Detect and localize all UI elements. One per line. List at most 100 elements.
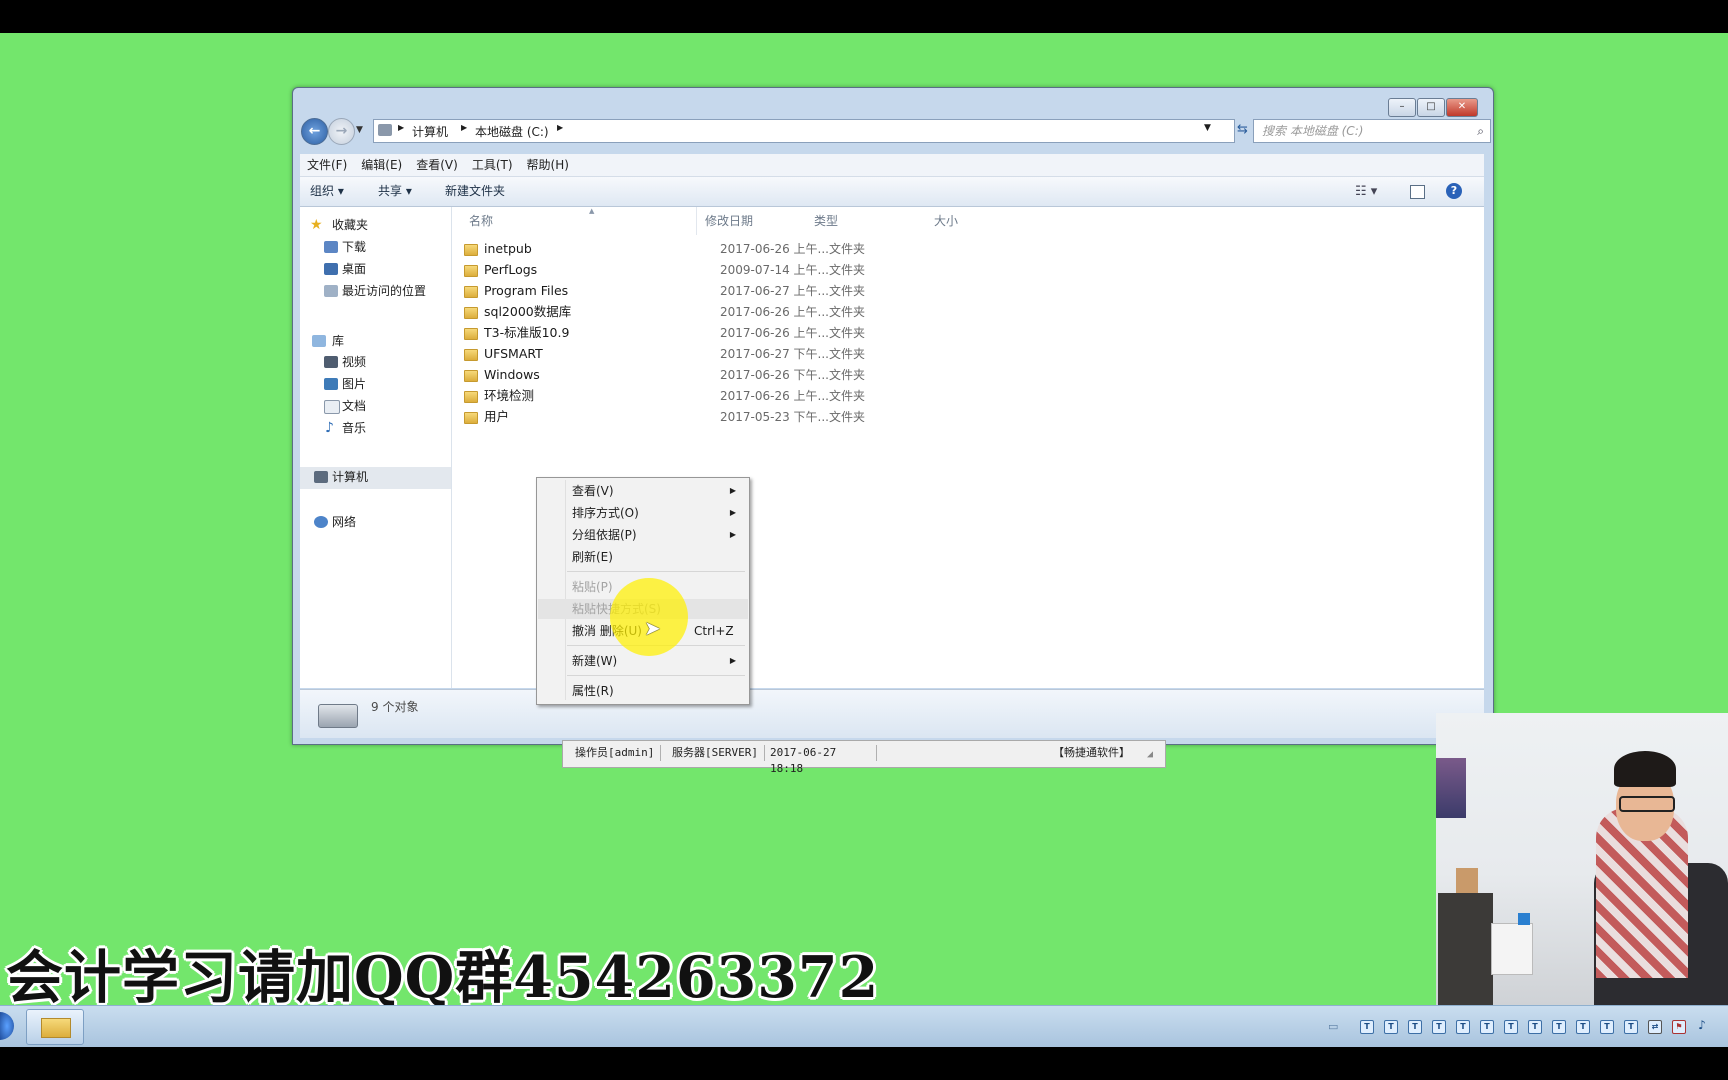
- breadcrumb-local-disk[interactable]: 本地磁盘 (C:): [475, 123, 549, 140]
- file-row[interactable]: T3-标准版10.9 2017-06-26 上午... 文件夹: [464, 323, 884, 343]
- cabinet: [1438, 893, 1493, 1005]
- details-pane: 9 个对象: [300, 689, 1484, 738]
- tray-app-icon[interactable]: T: [1432, 1020, 1446, 1034]
- datetime-status: 2017-06-27 18:18: [764, 745, 877, 775]
- desktop-icon: [324, 263, 338, 275]
- file-date: 2017-06-26 上午...: [720, 326, 829, 340]
- menu-view[interactable]: 查看(V): [409, 154, 465, 176]
- operator-status: 操作员[admin]: [569, 745, 662, 761]
- column-type[interactable]: 类型: [814, 211, 838, 231]
- column-size[interactable]: 大小: [934, 211, 958, 231]
- file-date: 2017-06-26 上午...: [720, 389, 829, 403]
- column-divider[interactable]: [696, 207, 697, 235]
- nav-pictures[interactable]: 图片: [300, 374, 451, 394]
- brand-status: 【畅捷通软件】: [1053, 746, 1130, 759]
- tray-app-icon[interactable]: T: [1456, 1020, 1470, 1034]
- preview-pane-icon[interactable]: [1410, 177, 1425, 206]
- resize-grip-icon[interactable]: ◢: [1147, 749, 1153, 760]
- file-row[interactable]: UFSMART 2017-06-27 下午... 文件夹: [464, 344, 884, 364]
- close-button[interactable]: ✕: [1446, 98, 1478, 117]
- file-row[interactable]: PerfLogs 2009-07-14 上午... 文件夹: [464, 260, 884, 280]
- file-row[interactable]: Program Files 2017-06-27 上午... 文件夹: [464, 281, 884, 301]
- tray-app-icon[interactable]: T: [1528, 1020, 1542, 1034]
- server-status: 服务器[SERVER]: [666, 745, 765, 761]
- tray-app-icon[interactable]: T: [1576, 1020, 1590, 1034]
- tray-app-icon[interactable]: T: [1504, 1020, 1518, 1034]
- taskbar-explorer-button[interactable]: [26, 1009, 84, 1045]
- nav-label: 桌面: [342, 262, 367, 276]
- help-icon[interactable]: ?: [1446, 183, 1462, 199]
- minimize-button[interactable]: –: [1388, 98, 1416, 117]
- tray-app-icon[interactable]: T: [1360, 1020, 1374, 1034]
- star-icon: ★: [310, 217, 323, 233]
- menu-file[interactable]: 文件(F): [300, 154, 354, 176]
- refresh-icon[interactable]: ⇆: [1237, 119, 1251, 141]
- column-modified[interactable]: 修改日期: [705, 211, 753, 231]
- tray-app-icon[interactable]: T: [1480, 1020, 1494, 1034]
- address-bar[interactable]: ▶ 计算机 ▶ 本地磁盘 (C:) ▶ ▼: [373, 119, 1235, 143]
- tray-volume-icon[interactable]: ♪: [1696, 1019, 1708, 1032]
- menu-item-view[interactable]: 查看(V) ▶: [538, 481, 748, 501]
- folder-icon: [464, 286, 478, 298]
- recent-pages-dropdown-icon[interactable]: ▼: [356, 125, 363, 135]
- nav-favorites[interactable]: ★ 收藏夹: [300, 215, 451, 235]
- file-row[interactable]: Windows 2017-06-26 下午... 文件夹: [464, 365, 884, 385]
- nav-documents[interactable]: 文档: [300, 396, 451, 416]
- file-type: 文件夹: [829, 410, 866, 424]
- file-row[interactable]: sql2000数据库 2017-06-26 上午... 文件夹: [464, 302, 884, 322]
- network-icon: [314, 516, 328, 528]
- recent-places-icon: [324, 285, 338, 297]
- nav-downloads[interactable]: 下载: [300, 237, 451, 257]
- menu-tools[interactable]: 工具(T): [465, 154, 520, 176]
- menu-item-refresh[interactable]: 刷新(E): [538, 547, 748, 567]
- nav-label: 下载: [342, 240, 367, 254]
- breadcrumb-computer[interactable]: 计算机: [412, 123, 448, 140]
- menu-item-label: 查看(V): [572, 484, 614, 498]
- start-button[interactable]: [0, 1012, 14, 1040]
- person-hair: [1614, 751, 1676, 787]
- back-button[interactable]: ←: [301, 118, 328, 145]
- tray-app-icon[interactable]: T: [1552, 1020, 1566, 1034]
- menu-help[interactable]: 帮助(H): [520, 154, 576, 176]
- forward-button[interactable]: →: [328, 118, 355, 145]
- file-date: 2017-05-23 下午...: [720, 410, 829, 424]
- address-dropdown-icon[interactable]: ▼: [1204, 123, 1211, 133]
- tray-app-icon[interactable]: T: [1624, 1020, 1638, 1034]
- file-type: 文件夹: [829, 242, 866, 256]
- folder-icon: [41, 1018, 71, 1038]
- nav-videos[interactable]: 视频: [300, 352, 451, 372]
- nav-desktop[interactable]: 桌面: [300, 259, 451, 279]
- nav-computer[interactable]: 计算机: [300, 467, 451, 489]
- file-date: 2009-07-14 上午...: [720, 263, 829, 277]
- nav-music[interactable]: ♪ 音乐: [300, 418, 451, 438]
- search-input[interactable]: 搜索 本地磁盘 (C:) ⌕: [1253, 119, 1491, 143]
- maximize-button[interactable]: □: [1417, 98, 1445, 117]
- tray-network-icon[interactable]: ⇄: [1648, 1020, 1662, 1034]
- menu-item-sort-by[interactable]: 排序方式(O) ▶: [538, 503, 748, 523]
- share-button[interactable]: 共享 ▾: [378, 177, 412, 206]
- nav-libraries[interactable]: 库: [300, 331, 451, 351]
- file-row[interactable]: inetpub 2017-06-26 上午... 文件夹: [464, 239, 884, 259]
- file-row[interactable]: 环境检测 2017-06-26 上午... 文件夹: [464, 386, 884, 406]
- file-type: 文件夹: [829, 368, 866, 382]
- tray-expand-icon[interactable]: ▭: [1328, 1020, 1338, 1033]
- breadcrumb-separator-icon: ▶: [398, 123, 405, 132]
- new-folder-button[interactable]: 新建文件夹: [445, 177, 505, 206]
- tray-app-icon[interactable]: T: [1384, 1020, 1398, 1034]
- column-name[interactable]: 名称: [469, 211, 493, 231]
- tray-app-icon[interactable]: T: [1600, 1020, 1614, 1034]
- file-row[interactable]: 用户 2017-05-23 下午... 文件夹: [464, 407, 884, 427]
- webcam-overlay: [1436, 713, 1728, 1005]
- computer-icon: [314, 471, 328, 483]
- menu-item-properties[interactable]: 属性(R): [538, 681, 748, 701]
- tray-flag-icon[interactable]: ⚑: [1672, 1020, 1686, 1034]
- organize-button[interactable]: 组织 ▾: [310, 177, 344, 206]
- tray-app-icon[interactable]: T: [1408, 1020, 1422, 1034]
- nav-label: 文档: [342, 399, 367, 413]
- menu-edit[interactable]: 编辑(E): [354, 154, 409, 176]
- nav-recent[interactable]: 最近访问的位置: [300, 281, 451, 301]
- folder-icon: [464, 328, 478, 340]
- view-options-icon[interactable]: ☷ ▾: [1355, 177, 1377, 206]
- menu-item-group-by[interactable]: 分组依据(P) ▶: [538, 525, 748, 545]
- nav-network[interactable]: 网络: [300, 512, 451, 532]
